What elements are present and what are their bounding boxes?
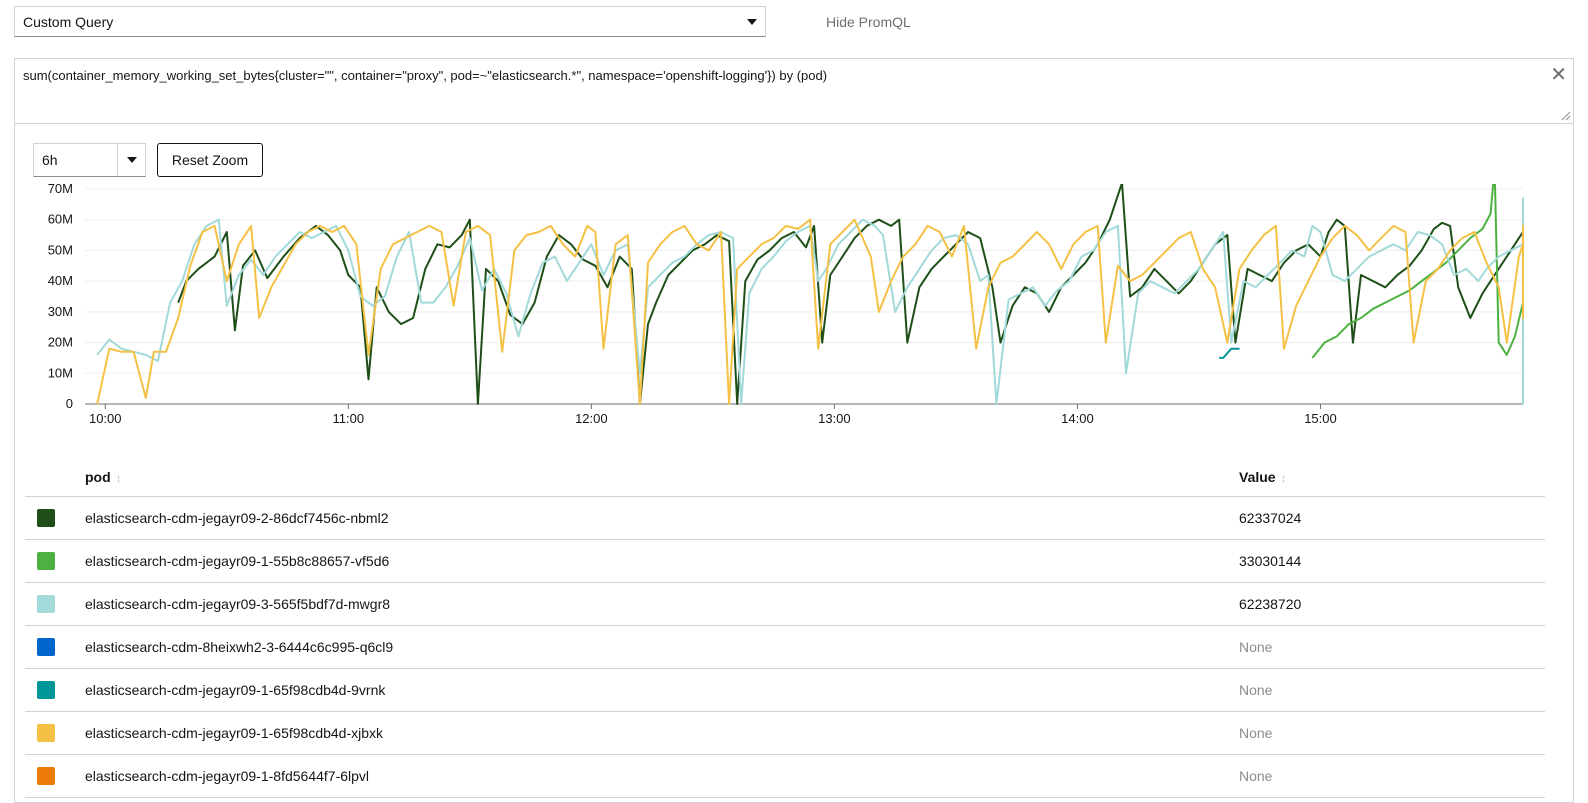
table-header-row: pod ↕ Value ↕: [25, 458, 1545, 497]
series-swatch-cell[interactable]: [25, 582, 85, 626]
promql-text[interactable]: sum(container_memory_working_set_bytes{c…: [23, 68, 827, 83]
memory-usage-chart[interactable]: 0 10M 20M 30M 40M 50M 60M 70M 10:00 11:00 12:00 13:…: [15, 184, 1555, 434]
y-tick-label: 60M: [48, 212, 73, 227]
swatch-column-header: [25, 458, 85, 497]
series-swatch-cell[interactable]: [25, 539, 85, 583]
timespan-toggle[interactable]: [117, 144, 145, 176]
series-swatch-cell[interactable]: [25, 754, 85, 798]
series-swatch-cell[interactable]: [25, 711, 85, 755]
close-icon[interactable]: ✕: [1550, 65, 1567, 85]
reset-zoom-button[interactable]: Reset Zoom: [157, 143, 263, 177]
timespan-input[interactable]: 6h: [34, 152, 117, 168]
sort-icon[interactable]: ↕: [116, 471, 122, 485]
series-color-swatch[interactable]: [37, 595, 55, 614]
value-cell: None: [1239, 754, 1545, 798]
table-row: elasticsearch-cdm-jegayr09-1-55b8c88657-…: [25, 539, 1545, 583]
x-tick-label: 10:00: [89, 411, 122, 426]
pod-cell: elasticsearch-cdm-8heixwh2-3-6444c6c995-…: [85, 625, 1239, 669]
series-color-swatch[interactable]: [37, 681, 55, 700]
value-cell: None: [1239, 625, 1545, 669]
caret-down-icon: [747, 18, 757, 25]
query-select-label: Custom Query: [23, 13, 114, 30]
x-tick-label: 15:00: [1304, 411, 1337, 426]
y-tick-label: 70M: [48, 184, 73, 196]
table-row: elasticsearch-cdm-8heixwh2-3-6444c6c995-…: [25, 625, 1545, 669]
x-tick-label: 13:00: [818, 411, 851, 426]
series-color-swatch[interactable]: [37, 552, 55, 571]
y-tick-label: 30M: [48, 304, 73, 319]
series-line: [1219, 347, 1240, 359]
value-cell: 62337024: [1239, 496, 1545, 540]
series-swatch-cell[interactable]: [25, 496, 85, 540]
table-row: elasticsearch-cdm-jegayr09-1-65f98cdb4d-…: [25, 711, 1545, 755]
table-row: elasticsearch-cdm-jegayr09-1-65f98cdb4d-…: [25, 668, 1545, 712]
value-cell: 62238720: [1239, 582, 1545, 626]
value-column-header[interactable]: Value ↕: [1239, 458, 1545, 497]
caret-down-icon: [126, 157, 137, 163]
pod-cell: elasticsearch-cdm-jegayr09-1-65f98cdb4d-…: [85, 668, 1239, 712]
results-table: pod ↕ Value ↕ elasticsearch-cdm-jegayr09-2…: [25, 458, 1545, 798]
table-row: elasticsearch-cdm-jegayr09-2-86dcf7456c-…: [25, 496, 1545, 540]
pod-column-header[interactable]: pod ↕: [85, 458, 1239, 497]
table-row: elasticsearch-cdm-jegayr09-3-565f5bdf7d-…: [25, 582, 1545, 626]
series-swatch-cell[interactable]: [25, 668, 85, 712]
sort-icon[interactable]: ↕: [1281, 471, 1287, 485]
query-results-panel: 6h Reset Zoom 0 10M 20M 30M 40M 50M 60M 70M 10:0…: [14, 123, 1574, 803]
table-row: elasticsearch-cdm-jegayr09-1-8fd5644f7-6…: [25, 754, 1545, 798]
pod-cell: elasticsearch-cdm-jegayr09-1-65f98cdb4d-…: [85, 711, 1239, 755]
x-tick-label: 14:00: [1061, 411, 1094, 426]
series-color-swatch[interactable]: [37, 509, 55, 528]
y-tick-label: 40M: [48, 273, 73, 288]
series-color-swatch[interactable]: [37, 767, 55, 786]
x-tick-label: 12:00: [575, 411, 608, 426]
resize-handle-icon[interactable]: [1559, 109, 1571, 121]
y-tick-label: 20M: [48, 335, 73, 350]
pod-cell: elasticsearch-cdm-jegayr09-1-8fd5644f7-6…: [85, 754, 1239, 798]
pod-cell: elasticsearch-cdm-jegayr09-3-565f5bdf7d-…: [85, 582, 1239, 626]
x-tick-label: 11:00: [333, 411, 365, 426]
series-swatch-cell[interactable]: [25, 625, 85, 669]
value-cell: None: [1239, 668, 1545, 712]
value-cell: 33030144: [1239, 539, 1545, 583]
y-tick-label: 10M: [48, 365, 73, 380]
series-color-swatch[interactable]: [37, 724, 55, 743]
promql-editor[interactable]: sum(container_memory_working_set_bytes{c…: [14, 58, 1574, 124]
pod-cell: elasticsearch-cdm-jegayr09-1-55b8c88657-…: [85, 539, 1239, 583]
y-tick-label: 0: [66, 396, 73, 411]
hide-promql-button[interactable]: Hide PromQL: [826, 14, 911, 30]
value-cell: None: [1239, 711, 1545, 755]
pod-cell: elasticsearch-cdm-jegayr09-2-86dcf7456c-…: [85, 496, 1239, 540]
timespan-dropdown[interactable]: 6h: [33, 143, 146, 177]
y-tick-label: 50M: [48, 242, 73, 257]
series-line: [177, 184, 1524, 405]
query-select[interactable]: Custom Query: [14, 6, 766, 37]
series-color-swatch[interactable]: [37, 638, 55, 657]
